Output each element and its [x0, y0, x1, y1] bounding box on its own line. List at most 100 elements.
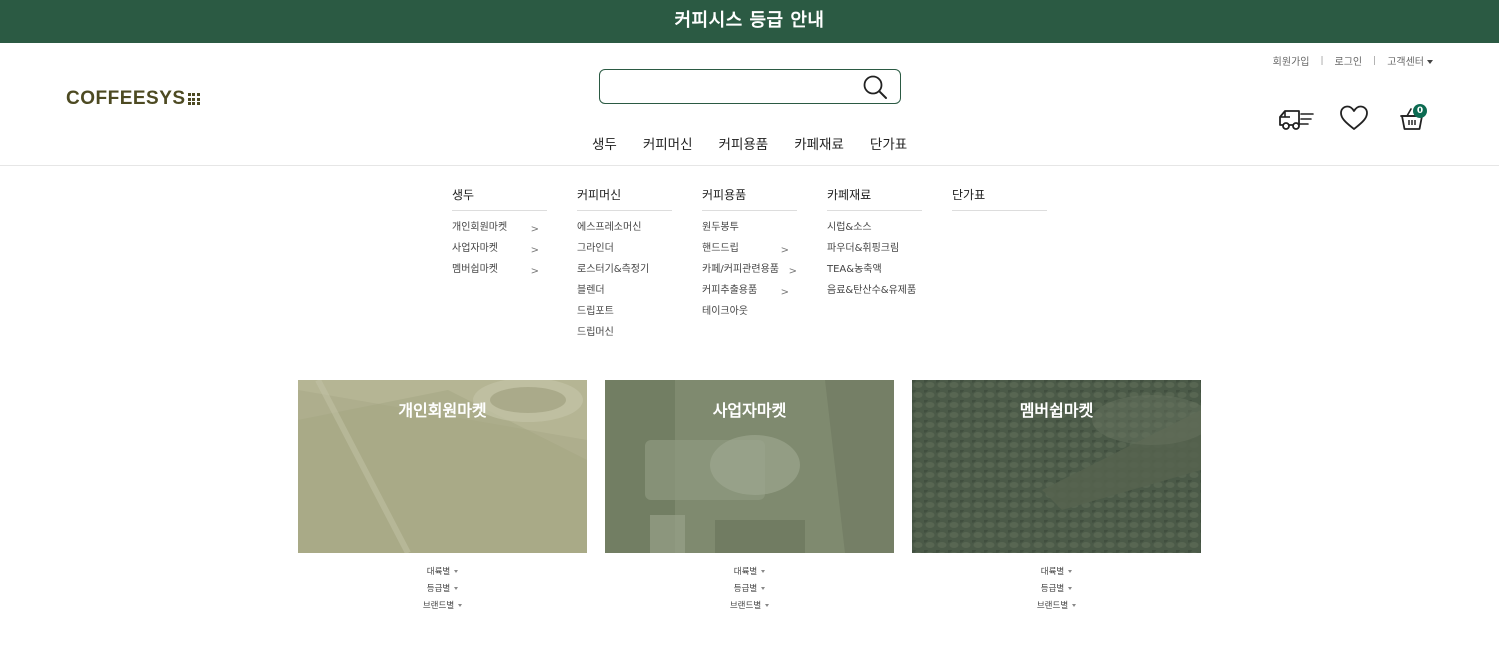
card-links: 대륙별 등급별 브랜드별 [912, 565, 1201, 616]
menu-item[interactable]: 에스프레소머신 [577, 220, 672, 241]
menu-column-cafe-ingredients: 카페재료 시럽&소스 파우더&휘핑크림 TEA&농축액 음료&탄산수&유제품 [827, 186, 952, 346]
menu-item[interactable]: 드립머신 [577, 325, 672, 346]
chevron-right-icon: > [788, 266, 797, 277]
nav-coffee-supplies[interactable]: 커피용품 [719, 133, 769, 153]
caret-down-icon [765, 604, 770, 607]
menu-column-title[interactable]: 커피머신 [577, 186, 672, 211]
menu-item[interactable]: 드립포트 [577, 304, 672, 325]
menu-item-label: 카페/커피관련용품 [702, 264, 779, 275]
chevron-right-icon: > [780, 287, 789, 298]
menu-item[interactable]: 카페/커피관련용품 > [702, 262, 797, 283]
menu-item-label: 핸드드립 [702, 243, 739, 254]
customer-center-label: 고객센터 [1387, 57, 1424, 68]
wishlist-button[interactable] [1335, 103, 1373, 133]
customer-center-link[interactable]: 고객센터 [1387, 53, 1433, 68]
menu-item[interactable]: 커피추출용품 > [702, 283, 797, 304]
market-cards: 개인회원마켓 대륙별 등급별 브랜드별 사업자마켓 대륙별 등급별 브랜드별 멤… [298, 380, 1219, 616]
filter-by-grade[interactable]: 등급별 [298, 582, 587, 599]
logo-dots-icon [187, 93, 200, 105]
chevron-right-icon: > [530, 224, 539, 235]
menu-column-coffee-supplies: 커피용품 원두봉투 핸드드립 > 카페/커피관련용품 > 커피추출용품 > 테이크아웃 [702, 186, 827, 346]
menu-item[interactable]: 시럽&소스 [827, 220, 922, 241]
logo[interactable]: COFFEESYS [66, 88, 200, 110]
separator: | [1320, 55, 1324, 66]
card-title: 개인회원마켓 [398, 401, 487, 420]
menu-column-title[interactable]: 커피용품 [702, 186, 797, 211]
caret-down-icon [1072, 604, 1077, 607]
menu-item[interactable]: 블렌더 [577, 283, 672, 304]
card-title: 멤버쉽마켓 [1019, 401, 1094, 420]
caret-down-icon [454, 587, 459, 590]
filter-label: 브랜드별 [729, 601, 762, 611]
caret-down-icon [1427, 60, 1433, 64]
delivery-button[interactable] [1277, 103, 1315, 133]
menu-item-label: 커피추출용품 [702, 285, 758, 296]
cart-count-badge: 0 [1413, 104, 1427, 118]
card-image[interactable]: 사업자마켓 [605, 380, 894, 553]
grade-info-banner[interactable]: 커피시스 등급 안내 [0, 0, 1499, 43]
filter-by-grade[interactable]: 등급별 [605, 582, 894, 599]
card-image[interactable]: 개인회원마켓 [298, 380, 587, 553]
menu-item[interactable]: 원두봉투 [702, 220, 797, 241]
filter-label: 등급별 [733, 584, 758, 594]
caret-down-icon [458, 604, 463, 607]
chevron-right-icon: > [780, 245, 789, 256]
nav-coffee-machine[interactable]: 커피머신 [643, 133, 693, 153]
card-business-market: 사업자마켓 대륙별 등급별 브랜드별 [605, 380, 894, 616]
menu-item[interactable]: 사업자마켓 > [452, 241, 547, 262]
card-membership-market: 멤버쉽마켓 대륙별 등급별 브랜드별 [912, 380, 1201, 616]
filter-by-brand[interactable]: 브랜드별 [605, 599, 894, 616]
caret-down-icon [454, 570, 459, 573]
menu-item[interactable]: 핸드드립 > [702, 241, 797, 262]
logo-text: COFFEESYS [66, 88, 186, 109]
menu-item[interactable]: 음료&탄산수&유제품 [827, 283, 922, 304]
menu-item-label: 사업자마켓 [452, 243, 498, 254]
nav-cafe-ingredients[interactable]: 카페재료 [794, 133, 844, 153]
filter-by-brand[interactable]: 브랜드별 [298, 599, 587, 616]
header-icons: 0 [1277, 103, 1431, 133]
filter-label: 대륙별 [426, 567, 451, 577]
search-box [599, 69, 901, 104]
menu-item[interactable]: 로스터기&측정기 [577, 262, 672, 283]
caret-down-icon [1068, 570, 1073, 573]
mega-menu: 생두 개인회원마켓 > 사업자마켓 > 멤버쉽마켓 > 커피머신 에스프레소머신 그라… [452, 186, 1077, 346]
filter-by-brand[interactable]: 브랜드별 [912, 599, 1201, 616]
heart-icon [1340, 105, 1368, 130]
filter-label: 브랜드별 [1036, 601, 1069, 611]
search-input[interactable] [600, 70, 850, 102]
card-image[interactable]: 멤버쉽마켓 [912, 380, 1201, 553]
filter-label: 대륙별 [1040, 567, 1065, 577]
search-icon[interactable] [862, 74, 888, 100]
menu-item[interactable]: 개인회원마켓 > [452, 220, 547, 241]
menu-column-title[interactable]: 생두 [452, 186, 547, 211]
filter-by-continent[interactable]: 대륙별 [912, 565, 1201, 582]
menu-item[interactable]: 테이크아웃 [702, 304, 797, 325]
menu-item-label: 개인회원마켓 [452, 222, 508, 233]
filter-by-continent[interactable]: 대륙별 [605, 565, 894, 582]
menu-column-green-beans: 생두 개인회원마켓 > 사업자마켓 > 멤버쉽마켓 > [452, 186, 577, 346]
card-links: 대륙별 등급별 브랜드별 [605, 565, 894, 616]
menu-column-title[interactable]: 단가표 [952, 186, 1047, 211]
chevron-right-icon: > [530, 245, 539, 256]
filter-label: 대륙별 [733, 567, 758, 577]
menu-item-label: 멤버쉽마켓 [452, 264, 498, 275]
card-individual-market: 개인회원마켓 대륙별 등급별 브랜드별 [298, 380, 587, 616]
menu-item[interactable]: TEA&농축액 [827, 262, 922, 283]
filter-label: 등급별 [1040, 584, 1065, 594]
nav-green-beans[interactable]: 생두 [592, 133, 617, 153]
menu-item[interactable]: 멤버쉽마켓 > [452, 262, 547, 283]
caret-down-icon [761, 587, 766, 590]
menu-column-title[interactable]: 카페재료 [827, 186, 922, 211]
delivery-truck-icon [1279, 110, 1314, 130]
card-links: 대륙별 등급별 브랜드별 [298, 565, 587, 616]
card-title: 사업자마켓 [712, 401, 787, 420]
login-link[interactable]: 로그인 [1335, 53, 1363, 68]
filter-by-continent[interactable]: 대륙별 [298, 565, 587, 582]
menu-column-price-list: 단가표 [952, 186, 1077, 346]
filter-by-grade[interactable]: 등급별 [912, 582, 1201, 599]
menu-item[interactable]: 파우더&휘핑크림 [827, 241, 922, 262]
nav-price-list[interactable]: 단가표 [870, 133, 907, 153]
signup-link[interactable]: 회원가입 [1273, 53, 1310, 68]
menu-item[interactable]: 그라인더 [577, 241, 672, 262]
cart-button[interactable]: 0 [1393, 103, 1431, 133]
